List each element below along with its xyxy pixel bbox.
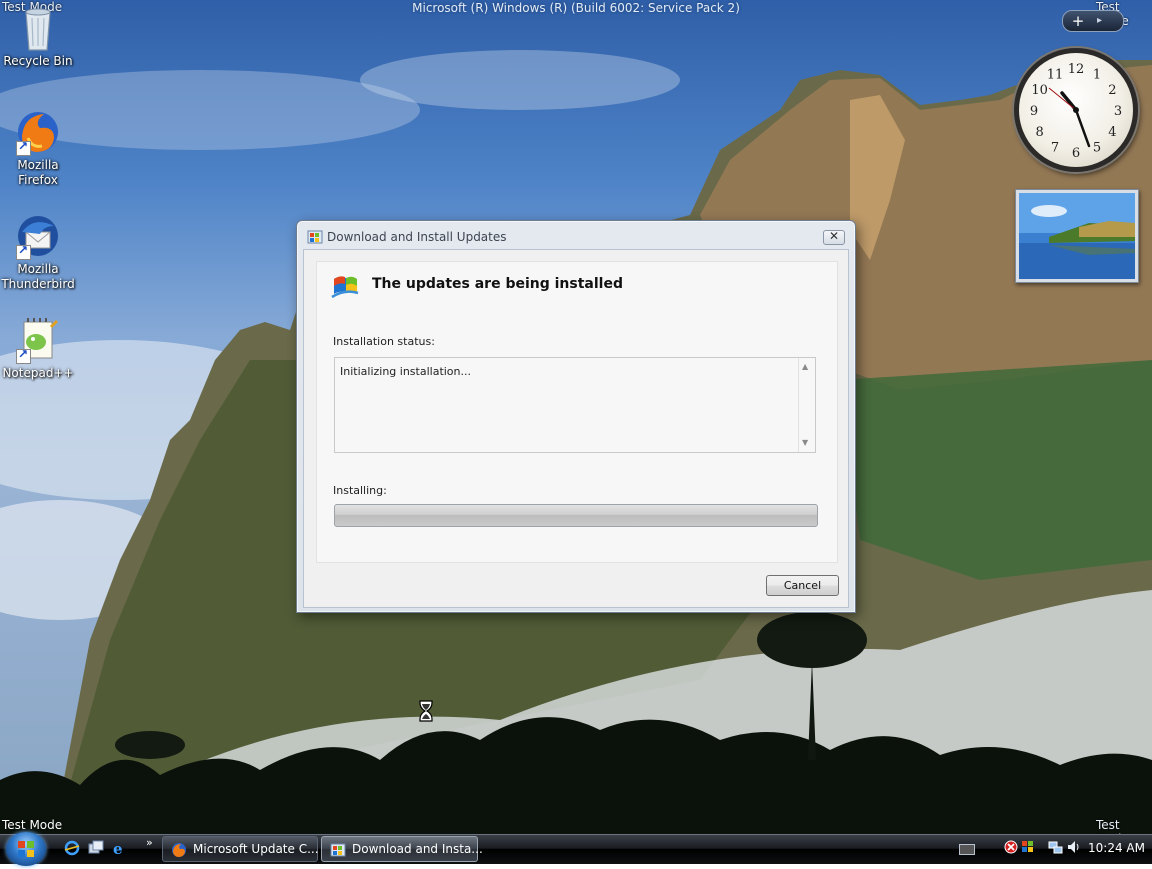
clock-numeral: 4 [1108, 125, 1116, 140]
dialog-title-bar[interactable]: Download and Install Updates ✕ [297, 221, 855, 249]
dialog-client-area: The updates are being installed Installa… [303, 249, 849, 608]
close-icon: ✕ [828, 229, 840, 243]
content-panel: The updates are being installed Installa… [316, 261, 838, 563]
clock-numeral: 1 [1093, 68, 1101, 83]
clock-numeral: 12 [1068, 62, 1085, 77]
security-alert-icon[interactable] [1004, 840, 1018, 857]
close-button[interactable]: ✕ [823, 229, 845, 245]
keyboard-icon[interactable] [959, 844, 975, 855]
taskbar-button-label: Download and Insta... [352, 842, 483, 856]
windows-update-icon [330, 842, 346, 858]
clock-numeral: 3 [1114, 104, 1122, 119]
desktop-icon-label: Notepad++ [2, 366, 74, 380]
desktop-icon-label: Mozilla Firefox [17, 158, 59, 187]
windows-update-icon [307, 229, 323, 245]
taskbar-button-download-install[interactable]: Download and Insta... [321, 836, 483, 862]
notepad-plus-plus-icon [14, 316, 62, 364]
clock-numeral: 11 [1047, 68, 1064, 83]
clock-numeral: 9 [1030, 104, 1038, 119]
quick-launch-more-button[interactable]: » [146, 836, 153, 849]
add-gadget-button[interactable]: + [1070, 11, 1086, 31]
test-mode-watermark-bottom-right: Test Mode [1096, 818, 1129, 834]
desktop-icon-recycle-bin[interactable]: Recycle Bin [0, 4, 76, 69]
svg-text:e: e [113, 840, 123, 856]
installation-status-label: Installation status: [333, 335, 435, 348]
slideshow-picture [1019, 193, 1135, 279]
firefox-icon [14, 108, 62, 156]
desktop-icon-label: Recycle Bin [3, 54, 73, 68]
firefox-icon [171, 842, 187, 858]
thunderbird-icon [14, 212, 62, 260]
slideshow-gadget[interactable] [1015, 189, 1139, 283]
hourglass-cursor-icon [418, 700, 434, 722]
clock-minute-hand [1074, 108, 1091, 148]
next-gadget-arrow-icon[interactable]: ▸ [1097, 11, 1102, 31]
install-progress-bar [334, 504, 818, 527]
start-button[interactable] [6, 832, 46, 866]
desktop-icon-firefox[interactable]: Mozilla Firefox [0, 108, 76, 188]
clock-numeral: 7 [1051, 140, 1059, 155]
windows-update-large-icon [330, 271, 360, 301]
scroll-up-arrow-icon[interactable]: ▲ [802, 362, 808, 371]
quick-launch-internet-explorer-icon[interactable]: e [112, 840, 128, 858]
dialog-heading: The updates are being installed [372, 276, 623, 292]
installation-status-text: Initializing installation... [340, 365, 472, 378]
clock-numeral: 10 [1031, 83, 1048, 98]
clock-second-hand [1048, 87, 1077, 111]
shortcut-arrow-icon [16, 347, 31, 364]
test-mode-watermark-bottom-left: Test Mode [2, 818, 63, 832]
desktop-icon-thunderbird[interactable]: Mozilla Thunderbird [0, 212, 76, 292]
quick-launch-ie-icon[interactable] [64, 840, 80, 856]
os-build-banner: Microsoft (R) Windows (R) (Build 6002: S… [412, 1, 740, 15]
desktop-icon-label: Mozilla Thunderbird [1, 262, 75, 291]
clock-face: 1110 9 87 6 54 3 21 12 [1030, 62, 1122, 161]
cancel-button[interactable]: Cancel [766, 575, 839, 596]
status-scrollbar[interactable]: ▲ ▼ [798, 358, 815, 452]
download-install-updates-dialog: Download and Install Updates ✕ The updat… [296, 220, 856, 613]
scroll-down-arrow-icon[interactable]: ▼ [802, 438, 808, 447]
desktop-icon-notepad-plus-plus[interactable]: Notepad++ [0, 316, 76, 381]
taskbar-clock[interactable]: 10:24 AM [1088, 841, 1145, 855]
taskbar-button-label: Microsoft Update C... [193, 842, 319, 856]
clock-hour-hand [1060, 91, 1078, 112]
recycle-bin-icon [14, 4, 62, 52]
quick-launch-switch-windows-icon[interactable] [88, 840, 104, 856]
clock-numeral: 6 [1072, 146, 1080, 161]
clock-gadget[interactable]: 11 10 9 8 7 6 5 4 3 2 1 12 [1014, 48, 1138, 172]
clock-numeral: 8 [1035, 125, 1043, 140]
network-icon[interactable] [1048, 839, 1064, 858]
volume-icon[interactable] [1066, 839, 1082, 858]
clock-numeral: 2 [1108, 83, 1116, 98]
sidebar-gadget-toolbar[interactable]: + ▸ [1062, 10, 1124, 32]
installing-label: Installing: [333, 484, 387, 497]
installation-status-textbox[interactable]: Initializing installation... ▲ ▼ [334, 357, 816, 453]
shortcut-arrow-icon [16, 243, 31, 260]
dialog-title: Download and Install Updates [327, 230, 507, 244]
clock-numeral: 5 [1093, 140, 1101, 155]
taskbar-button-microsoft-update[interactable]: Microsoft Update C... [162, 836, 319, 862]
shortcut-arrow-icon [16, 139, 31, 156]
windows-logo-icon [18, 841, 34, 857]
windows-flag-tray-icon[interactable] [1020, 839, 1036, 858]
